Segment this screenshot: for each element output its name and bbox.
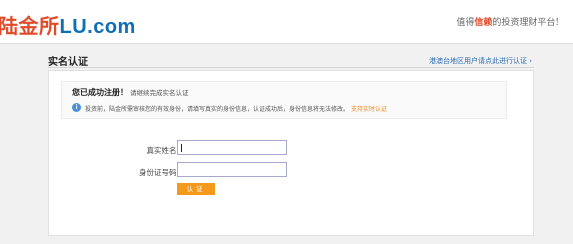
notice-body: 投资前，陆金所需审核您的有效身份，请填写真实的身份信息，认证成功后，身份信息将无…	[85, 106, 350, 113]
id-number-input[interactable]	[177, 162, 287, 177]
text-caret	[181, 144, 182, 152]
section-header: 实名认证 港澳台地区用户请点此进行认证 ›	[48, 52, 534, 68]
site-slogan: 值得信赖的投资理财平台!	[456, 15, 559, 28]
logo-cn-text: 陆金所	[0, 14, 60, 38]
site-header: 陆金所LU.com 值得信赖的投资理财平台!	[0, 0, 573, 44]
realtime-verify-link[interactable]: 支持实时认证	[351, 106, 387, 113]
notice-title-sub: 请继续完成实名认证	[130, 89, 189, 97]
region-verify-link[interactable]: 港澳台地区用户请点此进行认证 ›	[429, 56, 532, 66]
notice-title-bold: 您已成功注册！	[72, 88, 128, 97]
page-title: 实名认证	[48, 57, 88, 68]
info-icon: i	[72, 103, 81, 112]
logo-en-text: LU.com	[59, 16, 136, 38]
real-name-input[interactable]	[177, 140, 287, 155]
notice-text: 投资前，陆金所需审核您的有效身份，请填写真实的身份信息，认证成功后，身份信息将无…	[85, 104, 387, 113]
slogan-post: 的投资理财平台!	[492, 18, 559, 28]
verify-card: 您已成功注册！ 请继续完成实名认证 i 投资前，陆金所需审核您的有效身份，请填写真…	[48, 70, 534, 236]
notice-box: 您已成功注册！ 请继续完成实名认证 i 投资前，陆金所需审核您的有效身份，请填写真…	[61, 81, 507, 119]
slogan-highlight: 信赖	[474, 18, 493, 28]
notice-title: 您已成功注册！ 请继续完成实名认证	[72, 87, 189, 98]
slogan-pre: 值得	[456, 18, 475, 28]
id-label: 身份证号码：	[139, 168, 184, 177]
name-label: 真实姓名：	[146, 146, 185, 155]
site-logo[interactable]: 陆金所LU.com	[0, 10, 136, 39]
verify-submit-button[interactable]: 认证	[177, 183, 215, 195]
